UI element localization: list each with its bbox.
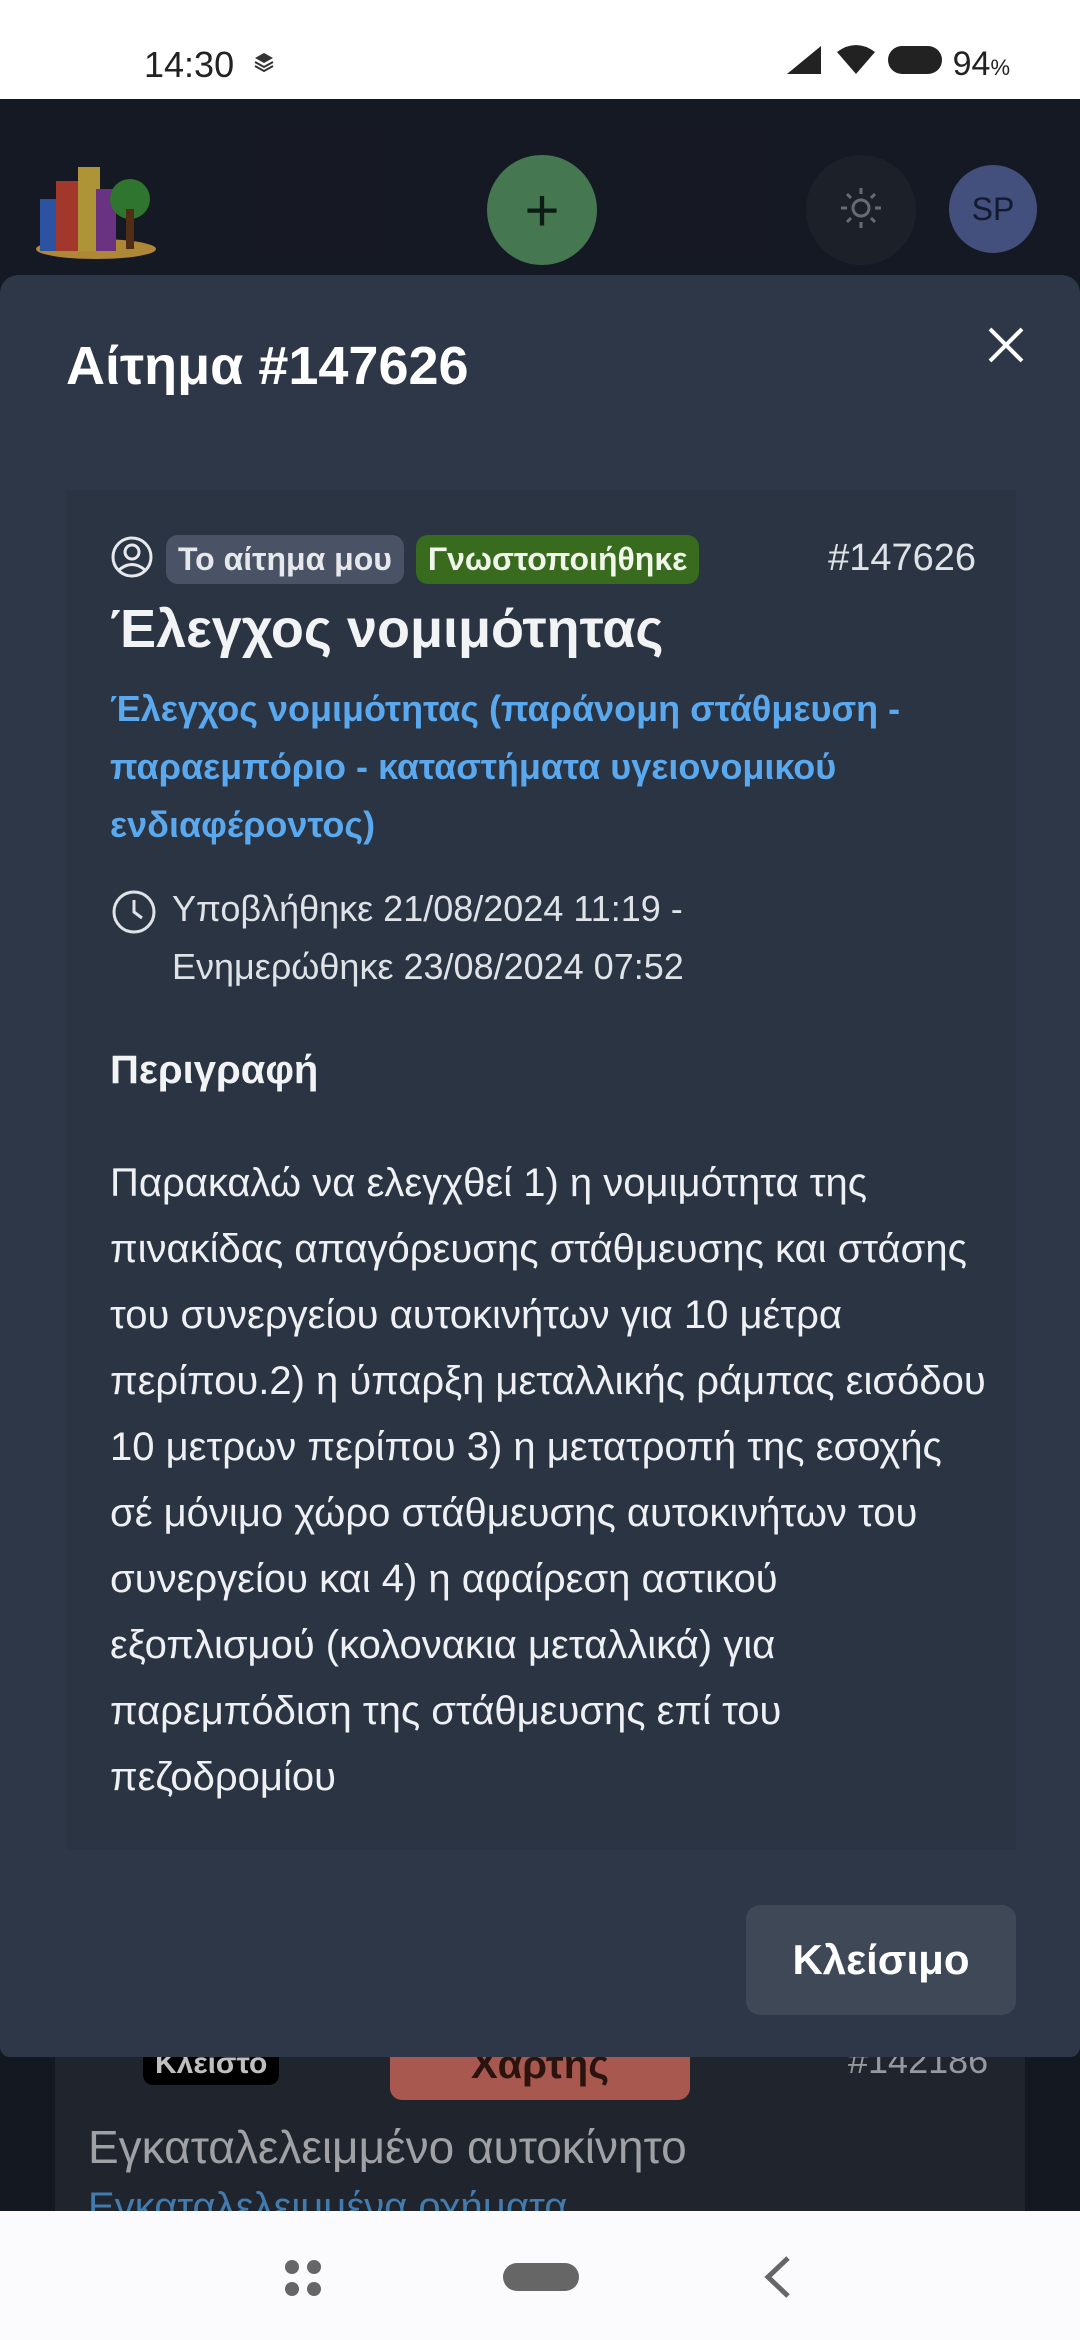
battery-level: 94%	[952, 45, 1010, 83]
apps-grid-icon[interactable]	[283, 2258, 323, 2303]
close-button[interactable]: Κλείσιμο	[746, 1905, 1016, 2015]
request-modal: Αίτημα #147626 Το αίτημα μου Γνωστοποιήθ…	[0, 275, 1080, 2057]
modal-title: Αίτημα #147626	[66, 336, 469, 396]
close-icon[interactable]	[976, 315, 1036, 375]
request-title: Έλεγχος νομιμότητας	[110, 599, 664, 659]
clock-icon	[110, 880, 158, 996]
status-badge: Γνωστοποιήθηκε	[415, 535, 700, 584]
user-circle-icon	[110, 535, 154, 584]
status-time: 14:30	[144, 44, 235, 85]
request-id: #147626	[828, 537, 976, 579]
layers-icon	[252, 50, 276, 79]
home-pill-button[interactable]	[503, 2263, 579, 2291]
back-chevron-icon[interactable]	[762, 2254, 792, 2305]
wifi-icon	[835, 44, 877, 85]
status-bar: 14:30 94%	[0, 0, 1080, 99]
request-detail-panel: Το αίτημα μου Γνωστοποιήθηκε #147626 Έλε…	[66, 490, 1016, 1850]
battery-icon	[887, 44, 943, 85]
request-dates: Υποβλήθηκε 21/08/2024 11:19 - Ενημερώθηκ…	[172, 888, 684, 987]
description-heading: Περιγραφή	[110, 1048, 319, 1092]
signal-icon	[785, 44, 825, 85]
request-category-link[interactable]: Έλεγχος νομιμότητας (παράνομη στάθμευση …	[110, 680, 970, 854]
description-text: Παρακαλώ να ελεγχθεί 1) η νομιμότητα της…	[110, 1161, 986, 1799]
my-request-badge: Το αίτημα μου	[166, 535, 404, 584]
